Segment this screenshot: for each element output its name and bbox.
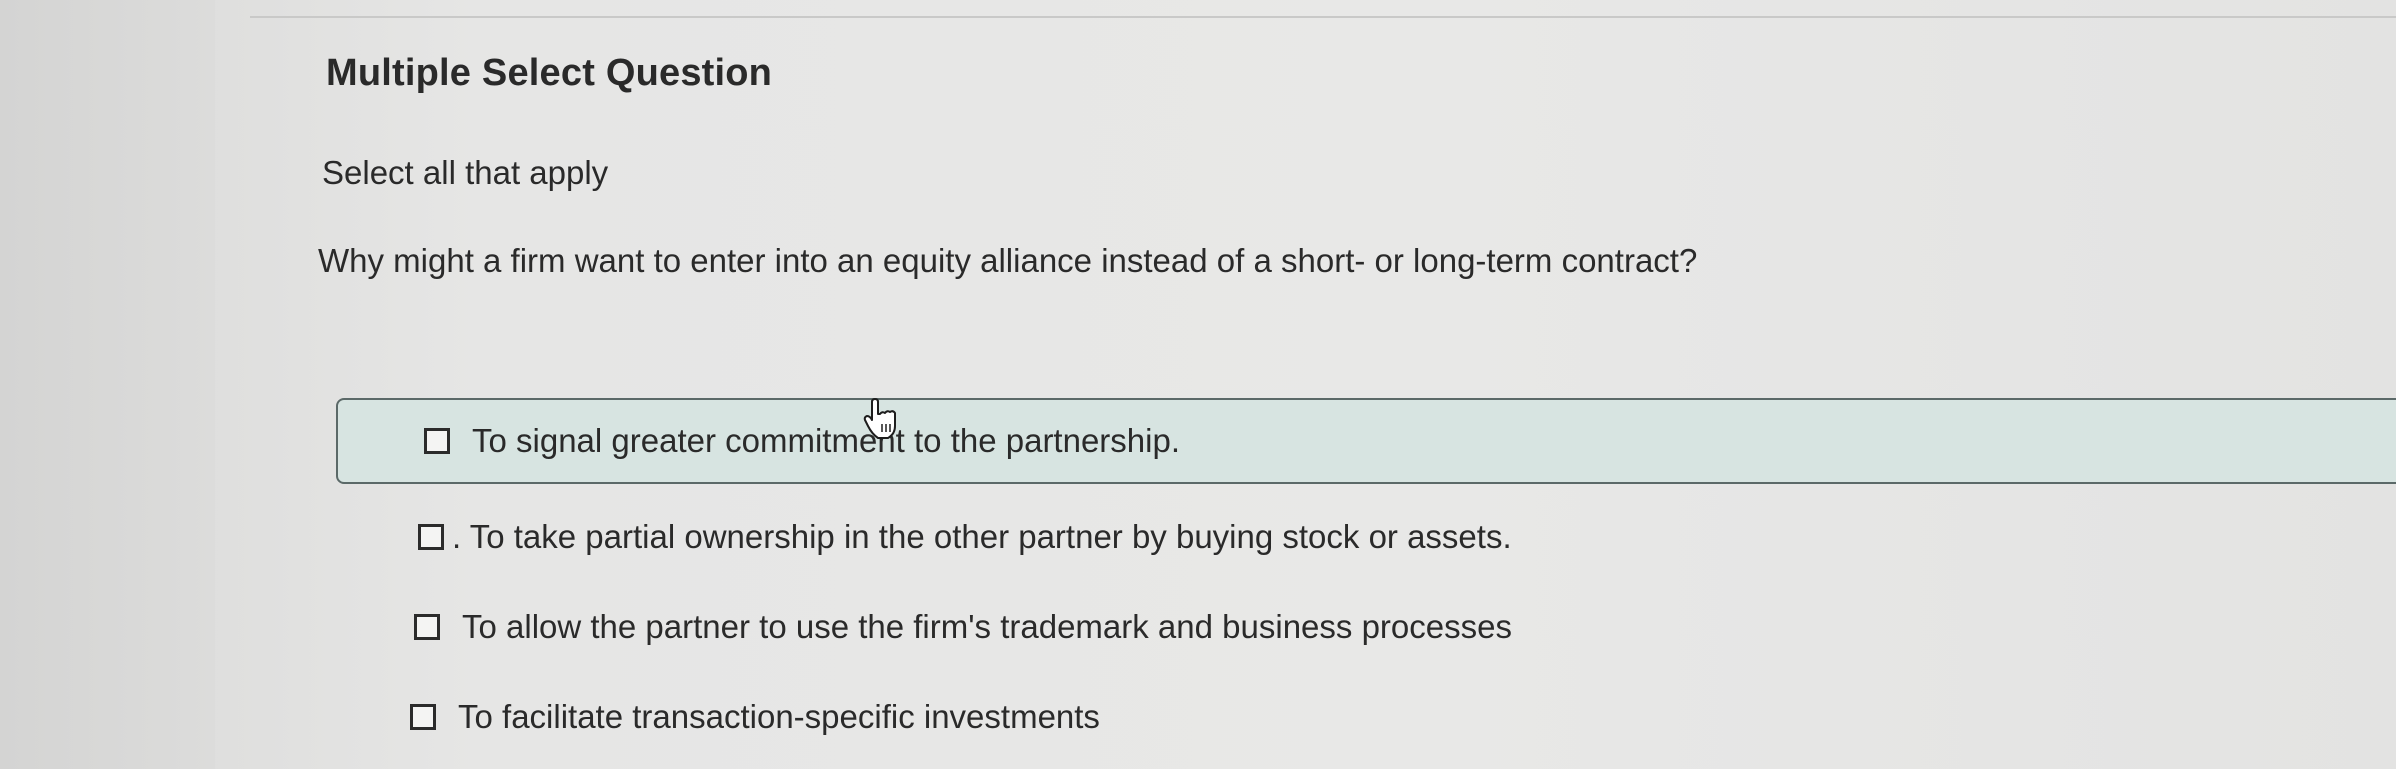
answer-option-4[interactable]: To facilitate transaction-specific inves… bbox=[410, 694, 1100, 740]
page: Multiple Select Question Select all that… bbox=[0, 0, 2396, 769]
answer-option-3[interactable]: To allow the partner to use the firm's t… bbox=[414, 604, 1512, 650]
answer-option-label: To allow the partner to use the firm's t… bbox=[462, 608, 1512, 645]
checkbox-unchecked-icon[interactable] bbox=[414, 614, 440, 640]
answer-option-label: . To take partial ownership in the other… bbox=[452, 518, 1512, 555]
checkbox-unchecked-icon[interactable] bbox=[418, 524, 444, 550]
answer-option-label: To facilitate transaction-specific inves… bbox=[458, 698, 1100, 735]
checkbox-unchecked-icon[interactable] bbox=[410, 704, 436, 730]
hand-pointer-icon bbox=[863, 398, 896, 439]
answer-option-label: To signal greater commitment to the part… bbox=[472, 422, 1181, 459]
checkbox-unchecked-icon[interactable] bbox=[424, 428, 450, 454]
answer-option-1[interactable]: To signal greater commitment to the part… bbox=[336, 398, 2396, 484]
answer-options: To signal greater commitment to the part… bbox=[0, 0, 2396, 769]
answer-option-2[interactable]: . To take partial ownership in the other… bbox=[418, 514, 1512, 560]
